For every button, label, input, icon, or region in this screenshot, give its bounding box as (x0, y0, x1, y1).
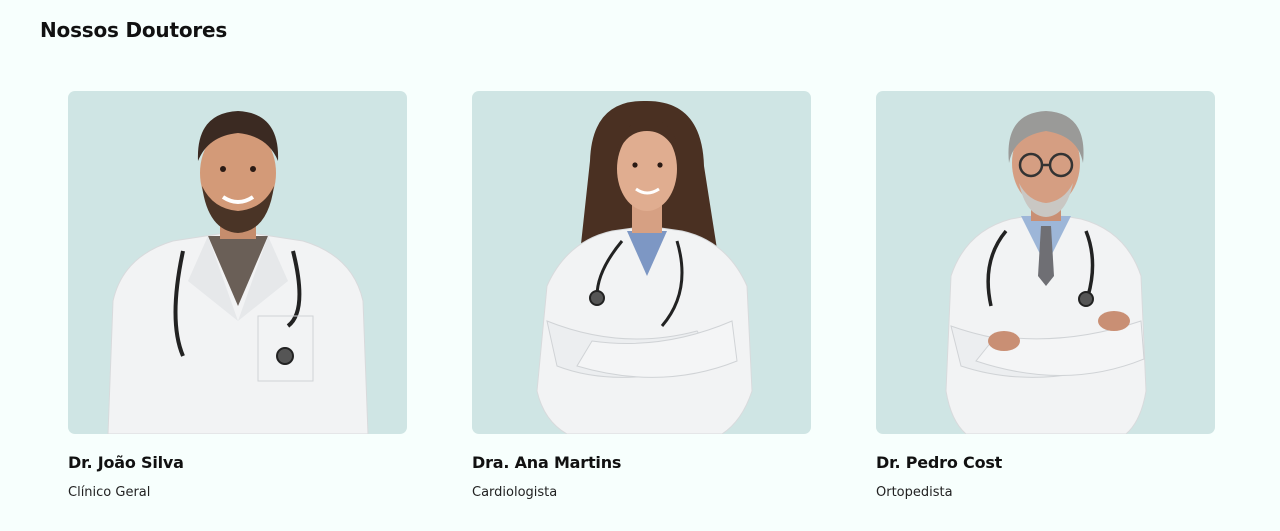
doctor-portrait-image (945, 111, 1147, 434)
doctor-photo (876, 91, 1215, 434)
section-title: Nossos Doutores (40, 18, 228, 42)
doctor-name: Dr. Pedro Cost (876, 453, 1003, 472)
doctor-portrait-image (536, 100, 753, 434)
doctor-portrait-image (107, 111, 369, 434)
doctor-name: Dr. João Silva (68, 453, 184, 472)
doctor-specialty: Cardiologista (472, 485, 558, 500)
doctor-photo (472, 91, 811, 434)
doctor-card[interactable]: Dra. Ana Martins Cardiologista (472, 91, 811, 500)
doctor-photo (68, 91, 407, 434)
doctor-card[interactable]: Dr. João Silva Clínico Geral (68, 91, 407, 500)
doctor-card[interactable]: Dr. Pedro Cost Ortopedista (876, 91, 1215, 500)
doctor-specialty: Clínico Geral (68, 485, 151, 500)
doctor-specialty: Ortopedista (876, 485, 953, 500)
doctor-name: Dra. Ana Martins (472, 453, 622, 472)
